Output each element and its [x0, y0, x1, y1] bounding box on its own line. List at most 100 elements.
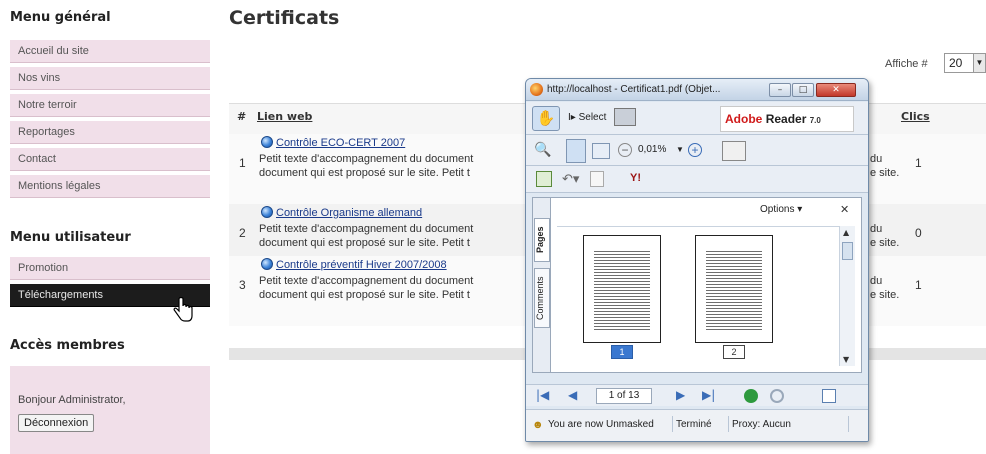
thumbnail-label: 1 [611, 345, 633, 359]
row-description-tail: du e site. [870, 222, 899, 250]
row-number: 3 [239, 278, 246, 292]
row-clics: 1 [915, 156, 922, 170]
forward-icon[interactable] [770, 389, 784, 403]
page-number-field[interactable]: 1 of 13 [596, 388, 652, 404]
popup-titlebar[interactable]: http://localhost - Certificat1.pdf (Obje… [526, 79, 868, 101]
menu-general-title: Menu général [10, 10, 111, 25]
description-tail: du [870, 223, 883, 235]
description-line: Petit texte d'accompagnement du document [259, 275, 474, 287]
select-tool-label: Select [578, 112, 607, 123]
column-header-clics[interactable]: Clics [901, 110, 930, 123]
chevron-down-icon[interactable]: ▼ [676, 145, 684, 154]
zoom-tool-icon[interactable]: 🔍 [534, 141, 556, 161]
reader-toolbar-extra: ↶▾ Y! [526, 166, 868, 193]
sign-icon[interactable] [536, 171, 552, 187]
snapshot-icon[interactable] [614, 108, 636, 126]
fit-width-icon[interactable] [592, 143, 610, 159]
page-thumbnails: 1 2 [557, 226, 847, 366]
menu-item-reportages[interactable]: Reportages [10, 121, 210, 144]
zoom-in-icon[interactable]: + [688, 143, 702, 157]
thumbnail-text [594, 250, 650, 330]
navigation-panel: Pages Comments Options ▾ ✕ 1 2 ▲ ▼ [532, 197, 862, 373]
hand-cursor-icon [173, 297, 193, 322]
per-page-select[interactable]: 20 ▼ [944, 53, 986, 73]
column-header-number: # [237, 110, 247, 123]
fit-page-icon[interactable] [566, 139, 586, 163]
scroll-up-icon[interactable]: ▲ [843, 228, 849, 237]
status-unmasked: You are now Unmasked [548, 419, 654, 430]
zoom-out-icon[interactable]: − [618, 143, 632, 157]
page-thumbnail[interactable] [695, 235, 773, 343]
adobe-product: Reader [765, 112, 807, 126]
status-divider [672, 416, 673, 432]
description-line: Petit texte d'accompagnement du document [259, 223, 474, 235]
page-layout-icon[interactable] [722, 141, 746, 161]
tab-comments[interactable]: Comments [534, 268, 550, 328]
scroll-thumb[interactable] [842, 242, 853, 260]
chevron-down-icon: ▾ [797, 204, 803, 215]
page-title: Certificats [229, 7, 340, 29]
select-tool-button[interactable]: I▸ Select [568, 112, 606, 123]
reader-toolbar-main: ✋ I▸ Select Adobe Reader 7.0 [526, 102, 868, 135]
minimize-button[interactable]: – [769, 83, 791, 97]
reader-toolbar-zoom: 🔍 − 0,01% ▼ + [526, 135, 868, 166]
description-tail: du [870, 275, 883, 287]
description-tail: du [870, 153, 883, 165]
adobe-reader-logo: Adobe Reader 7.0 [720, 106, 854, 132]
adobe-version: 7.0 [809, 116, 821, 125]
menu-item-accueil[interactable]: Accueil du site [10, 40, 210, 63]
menu-general-list: Accueil du site Nos vins Notre terroir R… [10, 40, 210, 202]
description-line: document qui est proposé sur le site. Pe… [259, 237, 470, 249]
thumbnail-label: 2 [723, 345, 745, 359]
members-box: Bonjour Administrator, Déconnexion [10, 366, 210, 454]
menu-item-contact[interactable]: Contact [10, 148, 210, 171]
row-description: Petit texte d'accompagnement du document… [259, 274, 473, 302]
members-title: Accès membres [10, 338, 125, 353]
last-page-icon[interactable]: ▶| [702, 388, 715, 402]
tab-pages[interactable]: Pages [534, 218, 550, 262]
close-icon[interactable]: ✕ [840, 203, 849, 216]
popup-title: http://localhost - Certificat1.pdf (Obje… [547, 84, 721, 95]
row-number: 1 [239, 156, 246, 170]
yahoo-icon[interactable]: Y! [630, 172, 641, 184]
menu-item-nos-vins[interactable]: Nos vins [10, 67, 210, 90]
mask-icon: ☻ [532, 419, 544, 431]
certificate-link[interactable]: Contrôle Organisme allemand [276, 207, 422, 219]
row-description-tail: du e site. [870, 274, 899, 302]
description-line: document qui est proposé sur le site. Pe… [259, 289, 470, 301]
logout-button[interactable]: Déconnexion [18, 414, 95, 432]
firefox-icon [530, 83, 543, 96]
menu-item-mentions[interactable]: Mentions légales [10, 175, 210, 198]
certificate-link[interactable]: Contrôle ECO-CERT 2007 [276, 137, 405, 149]
description-line: document qui est proposé sur le site. Pe… [259, 167, 470, 179]
options-menu[interactable]: Options ▾ [760, 204, 802, 215]
zoom-level[interactable]: 0,01% [638, 144, 666, 155]
close-button[interactable]: ✕ [816, 83, 856, 97]
certificate-link[interactable]: Contrôle préventif Hiver 2007/2008 [276, 259, 447, 271]
scroll-down-icon[interactable]: ▼ [843, 355, 849, 364]
back-icon[interactable] [744, 389, 758, 403]
adobe-brand: Adobe [725, 112, 763, 126]
text-cursor-icon: I▸ [568, 112, 576, 123]
options-label: Options [760, 204, 795, 215]
row-description: Petit texte d'accompagnement du document… [259, 152, 473, 180]
layout-icon[interactable] [822, 389, 836, 403]
column-header-web-link[interactable]: Lien web [257, 110, 312, 123]
page-thumbnail[interactable] [583, 235, 661, 343]
scrollbar[interactable]: ▲ ▼ [839, 226, 855, 366]
rotate-icon[interactable]: ↶▾ [562, 171, 579, 187]
status-proxy: Proxy: Aucun [732, 419, 791, 430]
document-icon[interactable] [590, 171, 604, 187]
maximize-button[interactable]: □ [792, 83, 814, 97]
globe-icon [261, 258, 273, 270]
menu-item-promotion[interactable]: Promotion [10, 257, 210, 280]
previous-page-icon[interactable]: ◀ [568, 388, 577, 402]
hand-tool-icon[interactable]: ✋ [532, 106, 560, 131]
first-page-icon[interactable]: |◀ [536, 388, 549, 402]
description-tail: e site. [870, 167, 900, 179]
per-page-value: 20 [949, 56, 963, 70]
next-page-icon[interactable]: ▶ [676, 388, 685, 402]
menu-item-terroir[interactable]: Notre terroir [10, 94, 210, 117]
side-tabs: Pages Comments [533, 198, 551, 372]
row-clics: 1 [915, 278, 922, 292]
